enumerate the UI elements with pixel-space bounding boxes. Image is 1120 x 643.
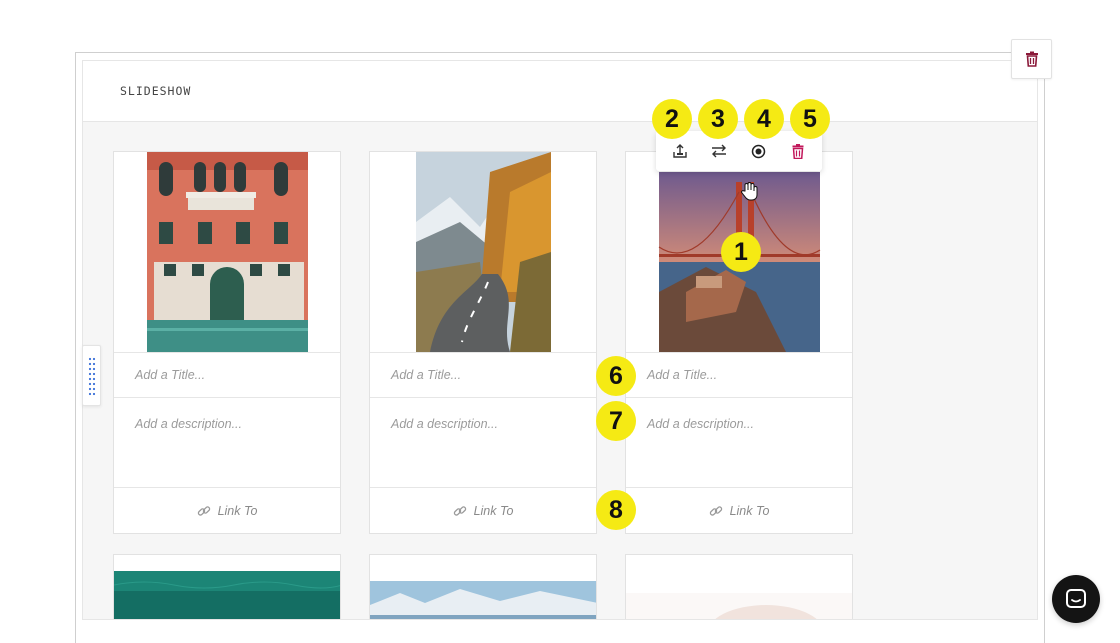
annotation-badge: 4 (744, 99, 784, 139)
focus-point-icon (752, 144, 766, 158)
hand-cursor-icon (741, 182, 758, 201)
link-icon (453, 506, 466, 516)
trash-icon (1025, 51, 1038, 67)
focal-point-button[interactable] (744, 136, 774, 166)
delete-image-button[interactable] (783, 136, 813, 166)
annotation-badge: 7 (596, 401, 636, 441)
annotation-badge: 8 (596, 490, 636, 530)
slide-title-placeholder: Add a Title... (391, 368, 462, 382)
slide-card: Add a Title... Add a description... Link… (369, 151, 597, 534)
chat-launcher-button[interactable] (1052, 575, 1100, 623)
slide-image[interactable] (114, 152, 340, 352)
slide-title-field[interactable]: Add a Title... (114, 352, 340, 398)
swap-image-button[interactable] (704, 136, 734, 166)
slide-description-placeholder: Add a description... (391, 417, 499, 431)
block-header: SLIDESHOW (83, 61, 1037, 122)
slide-card: Add a Title... Add a description... Link… (625, 151, 853, 534)
delete-block-button[interactable] (1011, 39, 1052, 79)
slide-link-label: Link To (217, 504, 258, 518)
grip-icon (88, 357, 95, 395)
link-icon (197, 506, 210, 516)
drag-handle[interactable] (82, 345, 101, 406)
link-icon (709, 506, 722, 516)
annotation-badge: 3 (698, 99, 738, 139)
slide-link-button[interactable]: Link To (626, 488, 852, 534)
slide-link-label: Link To (729, 504, 770, 518)
slide-title-field[interactable]: Add a Title... (626, 352, 852, 398)
annotation-badge: 6 (596, 356, 636, 396)
block-footer (82, 619, 1038, 643)
slide-title-field[interactable]: Add a Title... (370, 352, 596, 398)
slide-description-placeholder: Add a description... (647, 417, 755, 431)
replace-image-button[interactable] (665, 136, 695, 166)
image-toolbar (656, 131, 822, 171)
venice-building-image (147, 152, 308, 352)
annotation-badge: 2 (652, 99, 692, 139)
slide-title-placeholder: Add a Title... (135, 368, 206, 382)
trash-icon (792, 143, 804, 159)
slide-description-field[interactable]: Add a description... (114, 398, 340, 488)
slide-link-button[interactable]: Link To (370, 488, 596, 534)
annotation-badge: 5 (790, 99, 830, 139)
slide-card: Add a Title... Add a description... Link… (113, 151, 341, 534)
chat-icon (1066, 589, 1086, 608)
slide-description-field[interactable]: Add a description... (370, 398, 596, 488)
block-title: SLIDESHOW (120, 84, 192, 98)
mountain-road-image (416, 152, 551, 352)
slide-description-placeholder: Add a description... (135, 417, 243, 431)
slide-title-placeholder: Add a Title... (647, 368, 718, 382)
slide-link-label: Link To (473, 504, 514, 518)
upload-icon (673, 144, 687, 158)
slide-link-button[interactable]: Link To (114, 488, 340, 534)
swap-icon (712, 144, 727, 158)
slide-description-field[interactable]: Add a description... (626, 398, 852, 488)
slide-image[interactable] (370, 152, 596, 352)
annotation-badge: 1 (721, 232, 761, 272)
